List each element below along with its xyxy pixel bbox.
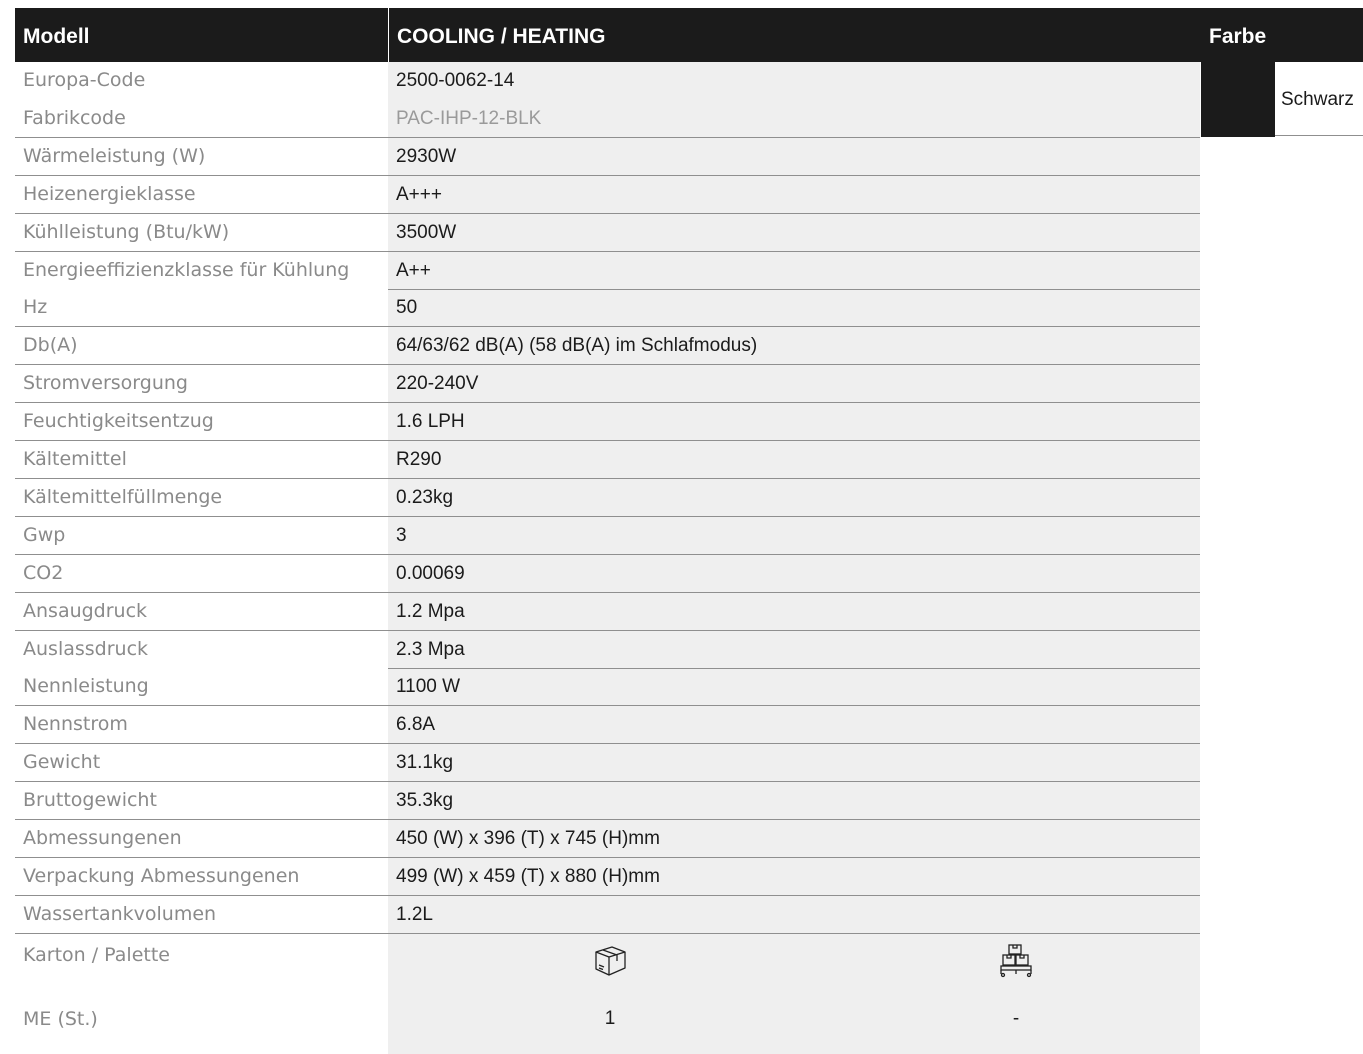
spec-label: Kältemittelfüllmenge [15,479,388,517]
spec-label: Ansaugdruck [15,593,388,631]
spec-label: Feuchtigkeitsentzug [15,403,388,441]
table-header: Modell COOLING / HEATING Farbe [15,8,1363,62]
spec-value: A++ [388,252,1200,290]
spec-value: 1.2 Mpa [388,593,1200,631]
spec-label: Kältemittel [15,441,388,479]
spec-value: A+++ [388,176,1200,214]
spec-value: 31.1kg [388,744,1200,782]
spec-value: 220-240V [388,365,1200,403]
me-label: ME (St.) [15,1001,388,1039]
spec-value: 64/63/62 dB(A) (58 dB(A) im Schlafmodus) [388,327,1200,365]
header-model: Modell [15,8,388,62]
spec-value: 2.3 Mpa [388,631,1200,669]
carton-me: 1 [604,1008,616,1029]
spec-label: CO2 [15,555,388,593]
box-icon [590,940,630,980]
color-swatch [1201,62,1275,137]
spec-value: 6.8A [388,706,1200,744]
spec-value: 35.3kg [388,782,1200,820]
spec-label: Nennleistung [15,668,388,706]
spec-label: Db(A) [15,327,388,365]
header-type: COOLING / HEATING [389,8,1201,62]
spec-value: 1.2L [388,896,1200,934]
spec-label: Gewicht [15,744,388,782]
spec-value: 0.00069 [388,555,1200,593]
spec-label: Fabrikcode [15,100,388,138]
packaging-label: Karton / Palette [15,937,388,975]
spec-value: 0.23kg [388,479,1200,517]
spec-value: 3 [388,517,1200,555]
spec-value: 1.6 LPH [388,403,1200,441]
spec-label: Bruttogewicht [15,782,388,820]
pallet-me: - [1012,1008,1020,1029]
spec-label: Energieeffizienzklasse für Kühlung [15,252,388,290]
spec-value: 450 (W) x 396 (T) x 745 (H)mm [388,820,1200,858]
spec-label: Hz [15,289,388,327]
spec-value: 1100 W [388,668,1200,706]
spec-value: 499 (W) x 459 (T) x 880 (H)mm [388,858,1200,896]
spec-label: Verpackung Abmessungenen [15,858,388,896]
spec-value: 3500W [388,214,1200,252]
spec-label: Kühlleistung (Btu/kW) [15,214,388,252]
spec-label: Heizenergieklasse [15,176,388,214]
spec-label: Gwp [15,517,388,555]
spec-value: 2930W [388,138,1200,176]
spec-label: Wärmeleistung (W) [15,138,388,176]
header-color: Farbe [1201,8,1363,62]
spec-label: Nennstrom [15,706,388,744]
spec-label: Europa-Code [15,62,388,100]
spec-label: Abmessungenen [15,820,388,858]
spec-value: 2500-0062-14 [396,70,515,91]
spec-label: Auslassdruck [15,631,388,669]
spec-value: 50 [388,289,1200,327]
value-column: 2500-0062-14 PAC-IHP-12-BLK 2930W A+++ 3500W… [388,62,1200,1054]
color-name: Schwarz [1275,62,1363,136]
pallet-icon [996,940,1036,980]
spec-label: Wassertankvolumen [15,896,388,934]
spec-value: R290 [388,441,1200,479]
spec-label: Stromversorgung [15,365,388,403]
spec-value: PAC-IHP-12-BLK [388,100,1200,138]
